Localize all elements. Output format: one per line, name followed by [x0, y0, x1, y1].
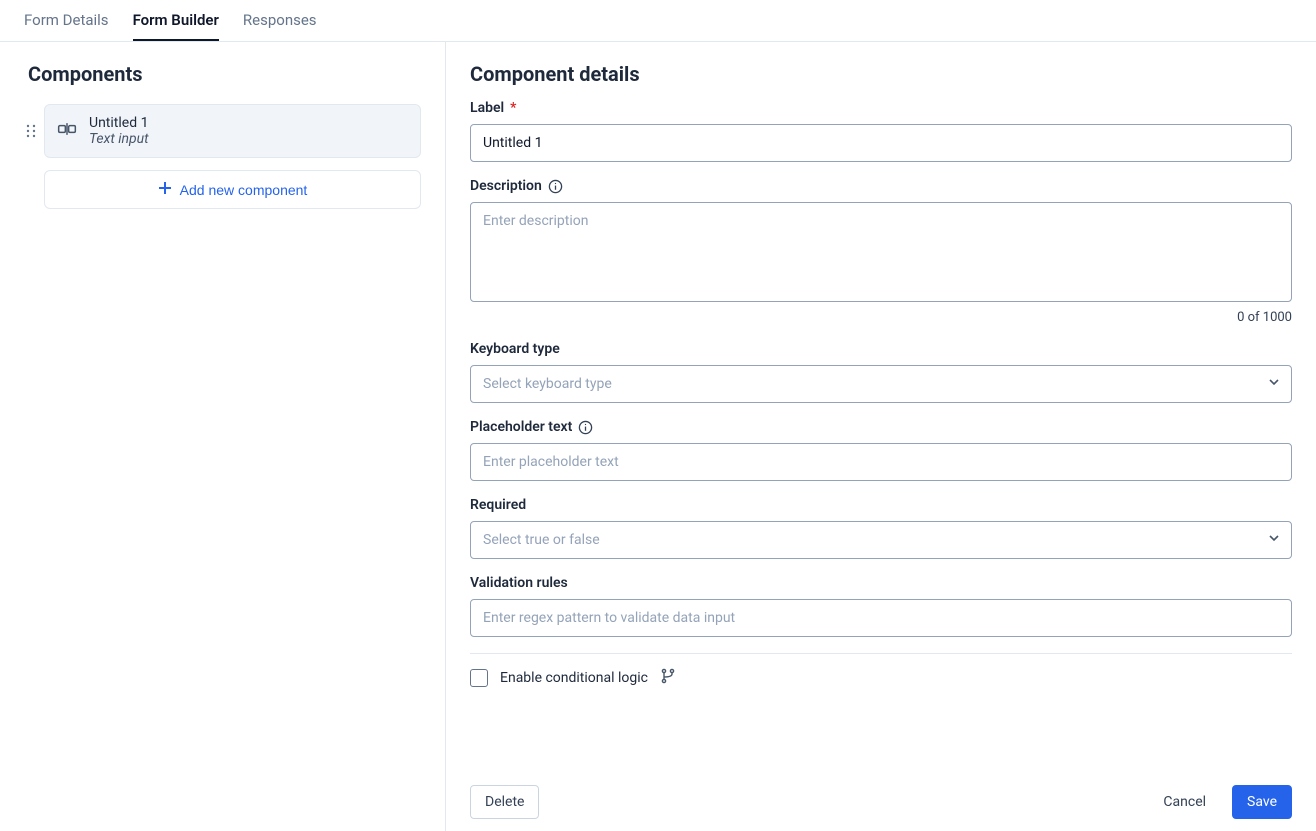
keyboard-type-text: Keyboard type: [470, 341, 560, 357]
component-card[interactable]: Untitled 1 Text input: [44, 104, 421, 158]
components-sidebar: Components Untitled 1: [0, 42, 446, 831]
add-new-component-button[interactable]: Add new component: [44, 170, 421, 209]
divider: [470, 653, 1292, 654]
component-details-panel: Component details Label * Description: [446, 42, 1316, 831]
component-title: Untitled 1: [89, 115, 149, 131]
conditional-logic-checkbox[interactable]: [470, 669, 488, 687]
add-new-component-label: Add new component: [180, 182, 308, 198]
tab-form-details[interactable]: Form Details: [24, 1, 109, 41]
label-text: Label: [470, 100, 504, 116]
components-heading: Components: [28, 62, 421, 86]
footer-actions: Delete Cancel Save: [470, 773, 1292, 819]
tab-responses[interactable]: Responses: [243, 1, 317, 41]
description-char-count: 0 of 1000: [470, 310, 1292, 325]
tab-form-builder[interactable]: Form Builder: [133, 1, 219, 41]
component-type: Text input: [89, 131, 149, 147]
placeholder-text-label: Placeholder text: [470, 419, 1292, 435]
placeholder-text-text: Placeholder text: [470, 419, 572, 435]
info-icon[interactable]: [548, 179, 563, 194]
branch-icon: [660, 668, 676, 688]
cancel-button[interactable]: Cancel: [1149, 786, 1220, 818]
description-text: Description: [470, 178, 542, 194]
drag-handle-icon[interactable]: [24, 124, 38, 138]
save-button[interactable]: Save: [1232, 785, 1292, 819]
keyboard-type-label: Keyboard type: [470, 341, 1292, 357]
conditional-logic-label: Enable conditional logic: [500, 670, 648, 686]
required-asterisk: *: [510, 100, 516, 116]
description-field-label: Description: [470, 178, 1292, 194]
validation-rules-label: Validation rules: [470, 575, 1292, 591]
description-textarea[interactable]: [470, 202, 1292, 302]
required-select[interactable]: Select true or false: [470, 521, 1292, 559]
label-input[interactable]: [470, 124, 1292, 162]
plus-icon: [158, 181, 172, 198]
validation-rules-text: Validation rules: [470, 575, 568, 591]
required-label: Required: [470, 497, 1292, 513]
delete-button[interactable]: Delete: [470, 785, 539, 819]
validation-rules-input[interactable]: [470, 599, 1292, 637]
label-field-label: Label *: [470, 100, 1292, 116]
component-details-heading: Component details: [470, 62, 1292, 86]
keyboard-type-select[interactable]: Select keyboard type: [470, 365, 1292, 403]
info-icon[interactable]: [578, 420, 593, 435]
text-input-icon: [57, 119, 77, 143]
required-text: Required: [470, 497, 526, 513]
placeholder-text-input[interactable]: [470, 443, 1292, 481]
tabs: Form Details Form Builder Responses: [0, 0, 1316, 42]
